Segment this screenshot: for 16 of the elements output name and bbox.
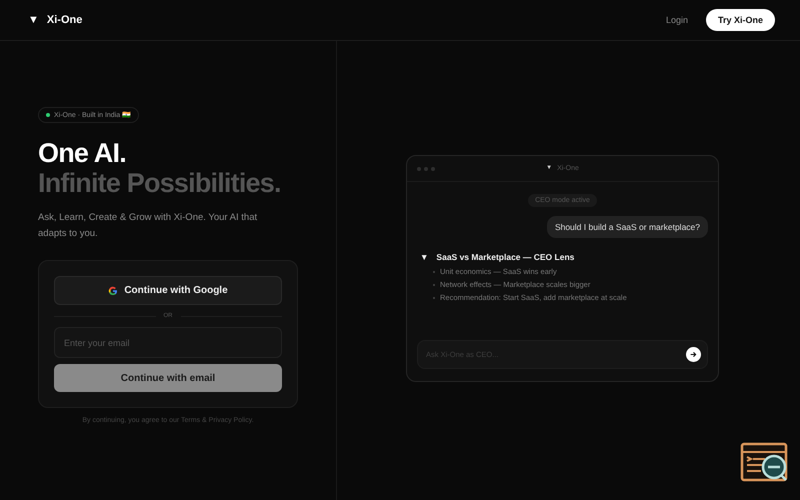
logo-mark: ▼ <box>28 14 39 26</box>
email-field[interactable]: Enter your email <box>54 327 282 358</box>
hero-title: Infinite Possibilities. <box>38 168 282 198</box>
brand-name[interactable]: Xi-One <box>46 14 82 26</box>
google-button[interactable]: Continue with Google <box>54 276 282 305</box>
hero-title: One AI. <box>38 138 127 168</box>
login-link[interactable]: Login <box>660 14 694 26</box>
answer-mark: ▼ <box>420 252 428 262</box>
answer-title: SaaS vs Marketplace — CEO Lens <box>436 252 574 262</box>
hero-subtitle: Ask, Learn, Create & Grow with Xi-One. Your AI that adapts to you. <box>38 211 258 241</box>
arrow-icon <box>690 351 697 358</box>
status-dot-icon <box>46 113 50 117</box>
email-button[interactable]: Continue with email <box>54 364 282 392</box>
user-message: Should I build a SaaS or marketplace? <box>546 216 708 238</box>
try-button[interactable]: Try Xi-One <box>706 9 775 31</box>
google-icon <box>108 286 118 296</box>
